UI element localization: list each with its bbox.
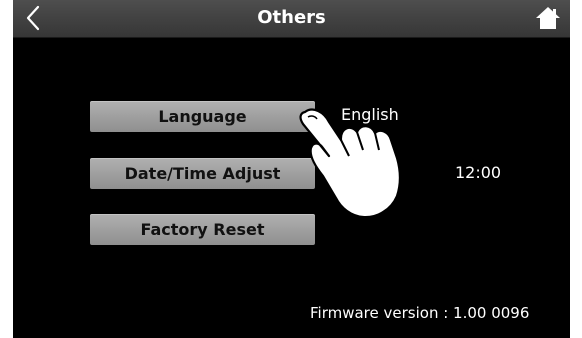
firmware-version: Firmware version : 1.00 0096 — [310, 304, 530, 322]
factory-reset-button[interactable]: Factory Reset — [90, 214, 315, 245]
date-value: 07/01 — [354, 163, 401, 182]
chevron-left-icon — [26, 5, 40, 31]
device-screen: Others Language English Date/Time Adjust… — [13, 0, 570, 338]
language-button[interactable]: Language — [90, 101, 315, 132]
home-icon — [536, 7, 560, 29]
language-value: English — [341, 105, 399, 124]
home-button[interactable] — [526, 0, 570, 37]
title-bar: Others — [13, 0, 570, 38]
back-button[interactable] — [13, 0, 57, 37]
time-value: 12:00 — [455, 163, 502, 182]
page-title: Others — [257, 7, 326, 28]
date-time-adjust-button[interactable]: Date/Time Adjust — [90, 158, 315, 189]
